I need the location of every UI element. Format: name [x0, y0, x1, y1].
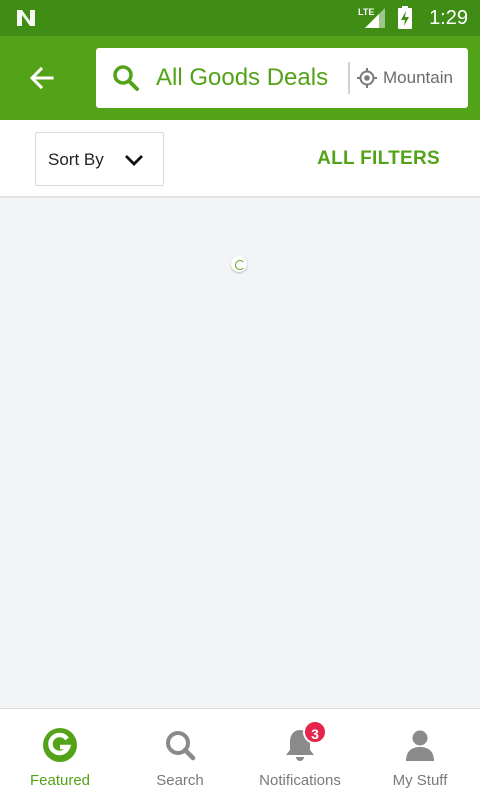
n-logo-icon	[17, 10, 35, 26]
status-bar: LTE 1:29	[0, 0, 480, 36]
notifications-count-badge: 3	[303, 720, 327, 744]
nav-my-stuff-label: My Stuff	[392, 772, 448, 789]
search-icon	[113, 65, 139, 91]
nav-search-label: Search	[156, 772, 204, 789]
back-arrow-icon[interactable]	[26, 62, 58, 94]
nav-notifications[interactable]: Notifications	[240, 709, 360, 800]
all-filters-button[interactable]: ALL FILTERS	[317, 120, 440, 198]
filter-bar: Sort By ALL FILTERS	[0, 120, 480, 198]
person-icon	[406, 730, 434, 761]
chevron-down-icon	[125, 155, 143, 166]
nav-my-stuff[interactable]: My Stuff	[360, 709, 480, 800]
search-bar[interactable]: All Goods Deals Mountain	[96, 48, 468, 108]
divider	[348, 62, 350, 94]
search-query: All Goods Deals	[156, 64, 329, 91]
lte-signal-icon: LTE	[358, 7, 386, 28]
loading-spinner	[231, 256, 247, 272]
app-bar: All Goods Deals Mountain	[0, 36, 480, 120]
location-field[interactable]: Mountain	[383, 48, 461, 108]
groupon-g-icon	[43, 728, 77, 762]
battery-charging-icon	[398, 6, 413, 29]
search-icon	[166, 731, 196, 761]
svg-text:LTE: LTE	[358, 7, 374, 17]
location-target-icon[interactable]	[356, 67, 378, 89]
clock: 1:29	[429, 6, 468, 29]
sort-by-label: Sort By	[48, 150, 104, 169]
deals-list-area	[0, 200, 480, 708]
nav-notifications-label: Notifications	[259, 772, 341, 789]
status-icons: LTE 1:29	[357, 0, 468, 36]
sort-by-dropdown[interactable]: Sort By	[35, 132, 164, 186]
nav-search[interactable]: Search	[120, 709, 240, 800]
nav-featured[interactable]: Featured	[0, 709, 120, 800]
bottom-navigation: Featured Search Notifications My Stuff	[0, 708, 480, 800]
nav-featured-label: Featured	[29, 772, 91, 789]
